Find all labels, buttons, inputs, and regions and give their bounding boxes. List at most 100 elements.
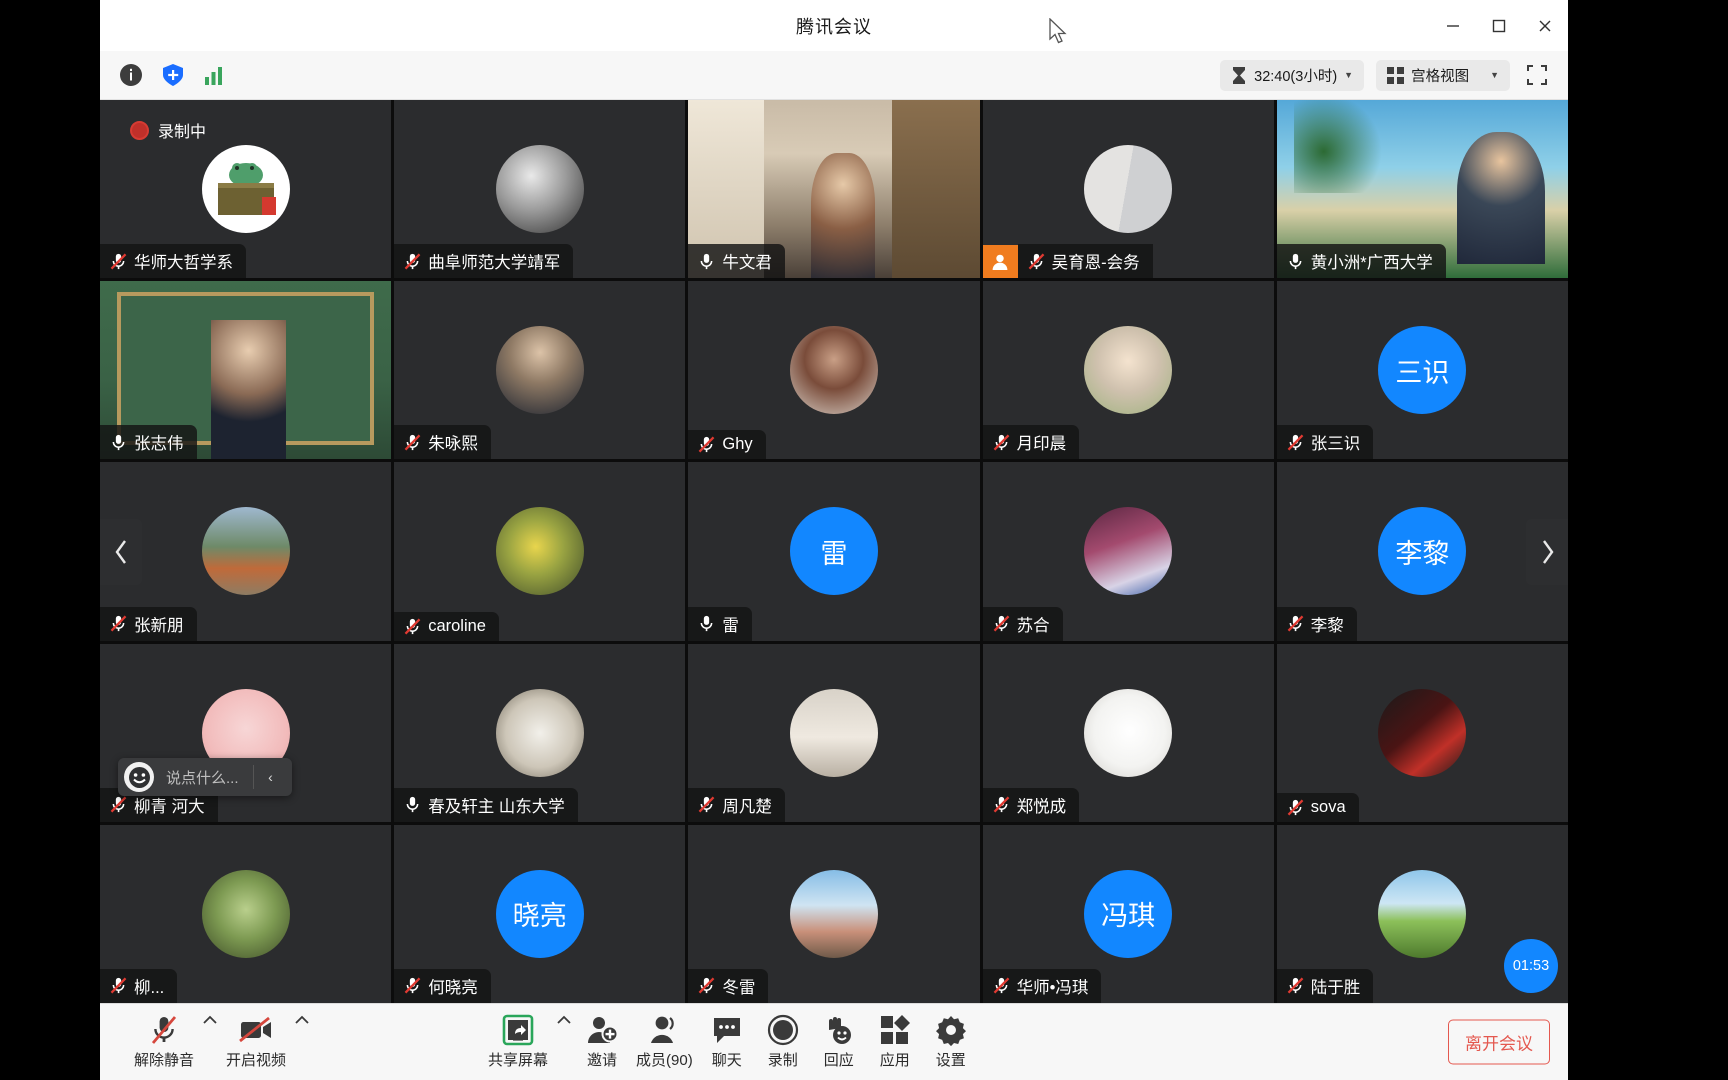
participant-tile[interactable]: 周凡楚 <box>688 643 980 822</box>
control-participants[interactable]: 成员(90) <box>630 1014 699 1070</box>
participant-name: 雷 <box>722 616 739 635</box>
record-icon <box>767 1014 799 1046</box>
participant-tile[interactable]: 月印晨 <box>982 281 1274 460</box>
participant-tile[interactable]: 朱咏熙 <box>394 281 686 460</box>
mic-muted-icon <box>404 977 421 994</box>
participant-name-bar: 柳... <box>100 968 178 1003</box>
info-icon[interactable] <box>116 60 146 90</box>
chevron-up-icon[interactable] <box>200 1014 220 1048</box>
participant-name-bar: 月印晨 <box>982 425 1080 460</box>
avatar-initials: 三识 <box>1395 357 1450 388</box>
mic-muted-icon <box>993 615 1009 632</box>
control-chat[interactable]: 聊天 <box>699 1014 755 1070</box>
control-apps[interactable]: 应用 <box>867 1014 923 1070</box>
control-mic-muted[interactable]: 解除静音 <box>128 1014 200 1070</box>
participant-name-bar: 陆于胜 <box>1276 968 1374 1003</box>
participant-tile[interactable]: 晓亮 何晓亮 <box>394 824 686 1003</box>
participant-tile[interactable]: 郑悦成 <box>982 643 1274 822</box>
avatar-initials: 冯琪 <box>1101 901 1156 932</box>
control-invite-user[interactable]: 邀请 <box>574 1014 630 1070</box>
video-detail <box>892 100 980 279</box>
floating-timer[interactable]: 01:53 <box>1504 939 1558 993</box>
control-label: 录制 <box>767 1052 798 1069</box>
quick-chat-bar[interactable]: 说点什么... ‹ <box>118 758 292 796</box>
participant-tile[interactable]: caroline <box>394 462 686 641</box>
participant-tile[interactable]: Ghy <box>688 281 980 460</box>
maximize-icon[interactable] <box>1476 0 1522 51</box>
control-label: 邀请 <box>587 1052 618 1069</box>
participant-name: caroline <box>428 616 486 635</box>
control-label: 开启视频 <box>226 1052 287 1069</box>
next-page-button[interactable] <box>1526 518 1568 585</box>
participant-tile[interactable]: 牛文君 <box>688 100 980 279</box>
mic-icon <box>112 434 125 450</box>
participant-name-bar: sova <box>1276 792 1359 822</box>
participant-tile[interactable]: 苏合 <box>982 462 1274 641</box>
participant-tile[interactable]: 吴育恩-会务 <box>982 100 1274 279</box>
avatar: 晓亮 <box>495 869 584 958</box>
participant-name: 张志伟 <box>134 435 184 454</box>
prev-page-button[interactable] <box>100 518 142 585</box>
control-camera-off[interactable]: 开启视频 <box>220 1014 292 1070</box>
minimize-icon[interactable] <box>1430 0 1476 51</box>
emoji-icon[interactable] <box>124 762 154 792</box>
participant-name: 月印晨 <box>1016 435 1067 454</box>
control-label: 成员(90) <box>636 1052 693 1069</box>
quick-chat-collapse-icon[interactable]: ‹ <box>254 758 288 796</box>
participant-tile[interactable]: 录制中 华师大哲学系 <box>100 100 392 279</box>
chevron-up-icon[interactable] <box>292 1014 312 1048</box>
avatar <box>1084 145 1173 234</box>
participant-tile[interactable]: 张志伟 <box>100 281 392 460</box>
participant-tile[interactable]: 冯琪 华师•冯琪 <box>982 824 1274 1003</box>
participant-tile[interactable]: 李黎 李黎 <box>1276 462 1568 641</box>
mic-icon <box>406 797 419 813</box>
participant-tile[interactable]: 春及轩主 山东大学 <box>394 643 686 822</box>
control-settings-gear[interactable]: 设置 <box>923 1014 979 1070</box>
window-title: 腾讯会议 <box>796 16 872 37</box>
control-reaction[interactable]: 回应 <box>811 1014 867 1070</box>
video-detail <box>210 320 287 460</box>
participant-name: Ghy <box>722 435 753 454</box>
mic-muted-icon <box>699 796 715 813</box>
avatar-initials: 李黎 <box>1395 538 1450 569</box>
view-mode-selector[interactable]: 宫格视图 ▼ <box>1376 59 1510 91</box>
participant-tile[interactable]: 冬雷 <box>688 824 980 1003</box>
participant-tile[interactable]: 柳... <box>100 824 392 1003</box>
fullscreen-icon[interactable] <box>1522 60 1552 90</box>
mic-muted-icon <box>1287 799 1304 816</box>
participant-name-bar: caroline <box>394 611 499 641</box>
control-label: 应用 <box>879 1052 910 1069</box>
participant-tile[interactable]: 黄小洲*广西大学 <box>1276 100 1568 279</box>
participant-name: 牛文君 <box>722 254 772 273</box>
network-signal-icon[interactable] <box>200 60 230 90</box>
close-icon[interactable] <box>1522 0 1568 51</box>
chevron-up-icon[interactable] <box>554 1014 574 1048</box>
video-stage: 录制中 华师大哲学系 曲阜师范大学靖军 牛文君 吴育恩-会务 黄小洲*广西大学 … <box>100 100 1568 1003</box>
participant-tile[interactable]: 三识 张三识 <box>1276 281 1568 460</box>
participant-name-bar: 周凡楚 <box>688 787 785 822</box>
participant-name: 曲阜师范大学靖军 <box>428 254 561 273</box>
participant-tile[interactable]: 张新朋 <box>100 462 392 641</box>
participant-tile[interactable]: 雷 雷 <box>688 462 980 641</box>
participant-name-bar: 曲阜师范大学靖军 <box>394 244 574 279</box>
avatar-initials: 雷 <box>820 538 848 569</box>
meeting-timer[interactable]: 32:40(3小时) ▼ <box>1220 59 1365 91</box>
quick-chat-input[interactable]: 说点什么... <box>154 767 253 788</box>
frog-avatar-art <box>201 145 290 234</box>
mic-muted-icon <box>1287 434 1304 451</box>
mic-muted-icon <box>1028 253 1044 270</box>
view-mode-label: 宫格视图 <box>1411 68 1470 85</box>
recording-label: 录制中 <box>158 124 207 141</box>
shield-icon[interactable] <box>158 60 188 90</box>
participant-name-bar: 黄小洲*广西大学 <box>1276 244 1446 279</box>
participant-tile[interactable]: 曲阜师范大学靖军 <box>394 100 686 279</box>
mic-muted-icon <box>110 796 127 813</box>
participant-name-bar: 张三识 <box>1276 425 1374 460</box>
control-record[interactable]: 录制 <box>755 1014 811 1070</box>
control-share-screen[interactable]: 共享屏幕 <box>482 1014 554 1070</box>
grid-view-icon <box>1387 66 1405 84</box>
participant-tile[interactable]: sova <box>1276 643 1568 822</box>
mic-muted-icon <box>1287 615 1304 632</box>
participant-grid: 录制中 华师大哲学系 曲阜师范大学靖军 牛文君 吴育恩-会务 黄小洲*广西大学 … <box>100 100 1568 1003</box>
leave-meeting-button[interactable]: 离开会议 <box>1448 1019 1550 1065</box>
